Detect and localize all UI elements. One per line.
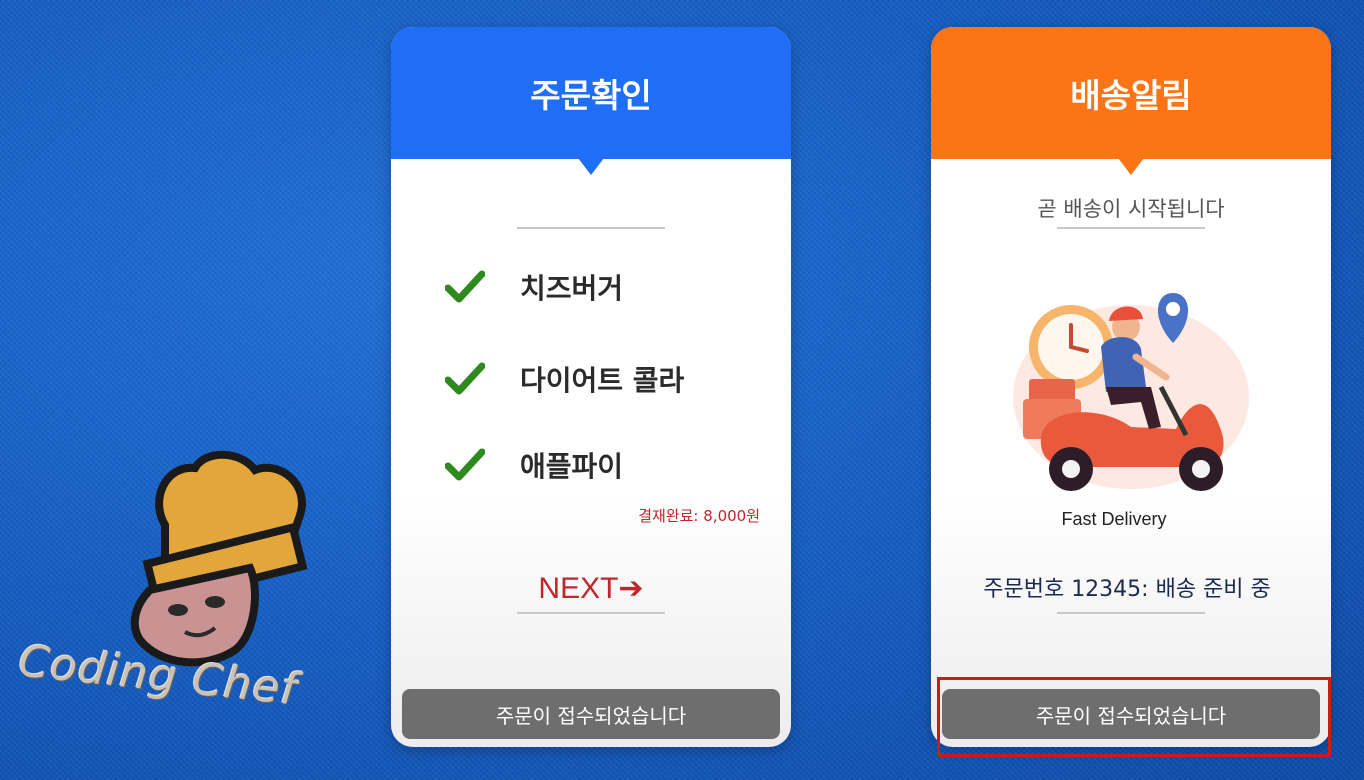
check-icon — [445, 270, 485, 303]
delivery-subtitle: 곧 배송이 시작됩니다 — [1037, 197, 1225, 221]
header-pointer — [1118, 158, 1144, 175]
divider — [1057, 227, 1205, 229]
order-status-text: 주문번호 12345: 배송 준비 중 — [983, 577, 1271, 602]
order-card-header: 주문확인 — [391, 27, 791, 175]
order-received-button[interactable]: 주문이 접수되었습니다 — [402, 689, 780, 739]
order-card-title: 주문확인 — [530, 76, 652, 115]
order-item-label: 치즈버거 — [520, 272, 624, 305]
divider — [517, 612, 665, 614]
check-icon — [445, 448, 485, 481]
order-item: 애플파이 — [445, 445, 623, 485]
divider — [1057, 612, 1205, 614]
clock-icon — [1029, 305, 1113, 389]
next-link[interactable]: NEXT➔ — [391, 571, 791, 606]
delivery-scooter-illustration — [1013, 293, 1249, 491]
check-icon — [445, 362, 485, 395]
order-item: 다이어트 콜라 — [445, 359, 684, 399]
header-pointer — [578, 158, 604, 175]
order-item-label: 다이어트 콜라 — [520, 364, 685, 397]
delivery-card-title: 배송알림 — [1070, 76, 1192, 115]
divider — [517, 227, 665, 229]
order-item-label: 애플파이 — [520, 450, 624, 483]
illustration-caption: Fast Delivery — [1061, 509, 1167, 529]
delivery-card-header: 배송알림 — [931, 27, 1331, 175]
order-item: 치즈버거 — [445, 267, 623, 307]
highlight-box — [937, 677, 1331, 757]
delivery-notification-card: 배송알림 곧 배송이 시작됩니다 Fast Delivery 주문번호 1234… — [931, 27, 1331, 747]
order-confirmation-card: 주문확인 치즈버거 다이어트 콜라 애플파이 결재완료: 8,000원 NEXT… — [391, 27, 791, 747]
payment-status: 결재완료: 8,000원 — [638, 507, 760, 525]
